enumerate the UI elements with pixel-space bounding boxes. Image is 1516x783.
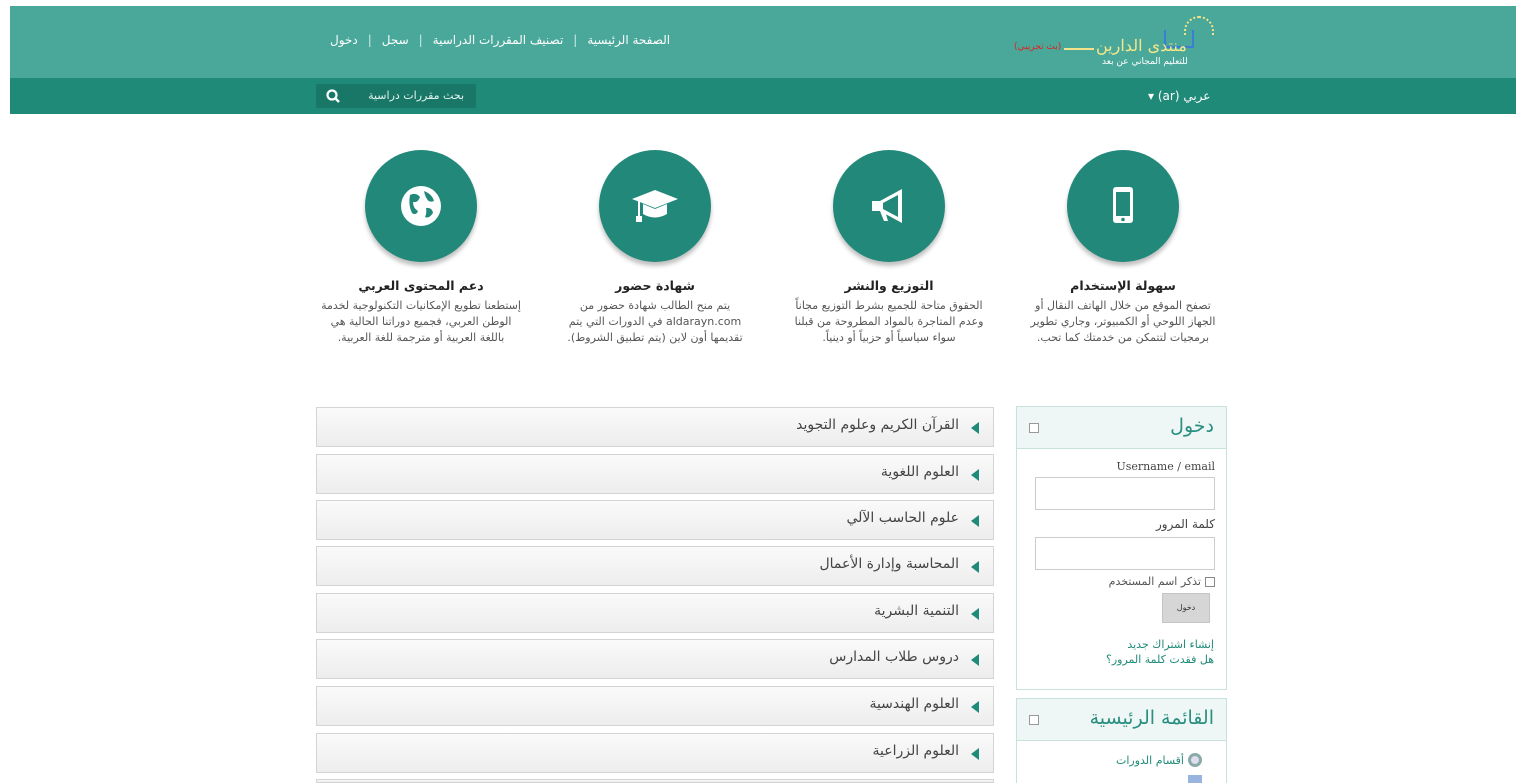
category-label: دروس طلاب المدارس bbox=[829, 649, 959, 665]
remember-username[interactable]: تذكر اسم المستخدم bbox=[1109, 575, 1215, 588]
feature-certificate: شهادة حضور يتم منح الطالب شهادة حضور من … bbox=[552, 150, 758, 346]
category-school-lessons[interactable]: دروس طلاب المدارس bbox=[316, 639, 994, 679]
feature-ease-of-use: سهولة الإستخدام تصفح الموقع من خلال الها… bbox=[1020, 150, 1226, 346]
feature-arabic-content: دعم المحتوى العربي إستطعنا تطويع الإمكان… bbox=[318, 150, 524, 346]
expand-arrow-icon bbox=[971, 422, 979, 434]
feature-circle bbox=[1067, 150, 1179, 262]
forgot-password-link[interactable]: هل فقدت كلمة المرور؟ bbox=[1106, 653, 1214, 666]
feature-text: الحقوق متاحة للجميع بشرط التوزيع مجاناً … bbox=[794, 299, 984, 344]
category-label: علوم الحاسب الآلي bbox=[846, 510, 959, 526]
remember-label: تذكر اسم المستخدم bbox=[1108, 575, 1201, 588]
category-human-development[interactable]: التنمية البشرية bbox=[316, 593, 994, 633]
language-selector[interactable]: عربي (ar) ▾ bbox=[1148, 89, 1210, 103]
main-menu-header: القائمة الرئيسية bbox=[1017, 699, 1226, 741]
category-label: العلوم اللغوية bbox=[880, 464, 959, 480]
login-title: دخول bbox=[1170, 415, 1214, 437]
username-label: Username / email bbox=[1116, 460, 1215, 473]
nav-register-link[interactable]: سجل bbox=[382, 33, 409, 47]
mobile-icon bbox=[1113, 187, 1133, 223]
category-label: التنمية البشرية bbox=[874, 603, 959, 619]
nav-login-link[interactable]: دخول bbox=[330, 33, 358, 47]
category-quran[interactable]: القرآن الكريم وعلوم التجويد bbox=[316, 407, 994, 447]
feature-text: يتم منح الطالب شهادة حضور من aldarayn.co… bbox=[567, 299, 743, 344]
login-form: Username / email كلمة المرور تذكر اسم ال… bbox=[1017, 449, 1226, 689]
feature-distribution: التوزيع والنشر الحقوق متاحة للجميع بشرط … bbox=[786, 150, 992, 346]
expand-arrow-icon bbox=[971, 608, 979, 620]
login-block: دخول Username / email كلمة المرور تذكر ا… bbox=[1016, 406, 1227, 690]
logo-tagline: للتعليم المجاني عن بعد bbox=[1102, 57, 1188, 67]
logo-trial-label: (بث تجريبي) bbox=[1014, 42, 1062, 52]
search-placeholder: بحث مقررات دراسية bbox=[368, 89, 464, 102]
login-button[interactable]: دخول bbox=[1162, 593, 1210, 623]
main-menu-list: أقسام الدورات bbox=[1017, 741, 1226, 783]
feature-title: شهادة حضور bbox=[615, 278, 695, 293]
menu-item-label: أقسام الدورات bbox=[1115, 753, 1184, 767]
gear-icon bbox=[1188, 753, 1202, 767]
expand-arrow-icon bbox=[971, 469, 979, 481]
expand-arrow-icon bbox=[971, 561, 979, 573]
folder-icon bbox=[1188, 775, 1202, 783]
category-accounting[interactable]: المحاسبة وإدارة الأعمال bbox=[316, 546, 994, 586]
collapse-toggle-icon[interactable] bbox=[1029, 423, 1039, 433]
top-navigation: الصفحة الرئيسية | تصنيف المقررات الدراسي… bbox=[330, 33, 670, 47]
nav-course-categories-link[interactable]: تصنيف المقررات الدراسية bbox=[433, 33, 564, 47]
globe-icon bbox=[401, 186, 441, 226]
nav-separator: | bbox=[367, 33, 372, 47]
main-menu-block: القائمة الرئيسية أقسام الدورات bbox=[1016, 698, 1227, 783]
category-engineering[interactable]: العلوم الهندسية bbox=[316, 686, 994, 726]
category-computer-science[interactable]: علوم الحاسب الآلي bbox=[316, 500, 994, 540]
category-next bbox=[316, 779, 994, 783]
expand-arrow-icon bbox=[971, 701, 979, 713]
expand-arrow-icon bbox=[971, 748, 979, 760]
category-agriculture[interactable]: العلوم الزراعية bbox=[316, 733, 994, 773]
main-menu-title: القائمة الرئيسية bbox=[1089, 707, 1214, 729]
nav-separator: | bbox=[573, 33, 578, 47]
megaphone-icon bbox=[872, 189, 902, 223]
password-field[interactable] bbox=[1035, 537, 1215, 570]
password-label: كلمة المرور bbox=[1155, 517, 1215, 531]
feature-circle bbox=[365, 150, 477, 262]
feature-text: تصفح الموقع من خلال الهاتف النقال أو الج… bbox=[1030, 299, 1216, 344]
course-search-input[interactable]: بحث مقررات دراسية bbox=[316, 84, 476, 108]
logo-line bbox=[1064, 48, 1094, 50]
category-linguistics[interactable]: العلوم اللغوية bbox=[316, 454, 994, 494]
header bbox=[10, 6, 1516, 78]
collapse-toggle-icon[interactable] bbox=[1029, 715, 1039, 725]
feature-circle bbox=[833, 150, 945, 262]
graduation-cap-icon bbox=[632, 190, 678, 222]
header-bar bbox=[10, 78, 1516, 114]
nav-separator: | bbox=[418, 33, 423, 47]
feature-title: دعم المحتوى العربي bbox=[358, 278, 484, 293]
feature-circle bbox=[599, 150, 711, 262]
signup-link[interactable]: إنشاء اشتراك جديد bbox=[1127, 638, 1214, 651]
feature-text: إستطعنا تطويع الإمكانيات التكنولوجية لخد… bbox=[321, 299, 521, 344]
nav-home-link[interactable]: الصفحة الرئيسية bbox=[587, 33, 670, 47]
logo-name: منتدى الدارين bbox=[1096, 36, 1187, 55]
search-icon[interactable] bbox=[325, 88, 341, 104]
site-logo[interactable]: (بث تجريبي) منتدى الدارين للتعليم المجان… bbox=[1012, 16, 1224, 72]
category-label: العلوم الهندسية bbox=[869, 696, 959, 712]
menu-item-course-sections[interactable]: أقسام الدورات bbox=[1116, 753, 1202, 767]
remember-checkbox[interactable] bbox=[1205, 576, 1215, 587]
login-block-header: دخول bbox=[1017, 407, 1226, 449]
feature-title: سهولة الإستخدام bbox=[1070, 278, 1176, 293]
feature-title: التوزيع والنشر bbox=[844, 278, 934, 293]
username-field[interactable] bbox=[1035, 477, 1215, 510]
category-label: المحاسبة وإدارة الأعمال bbox=[819, 556, 959, 572]
expand-arrow-icon bbox=[971, 654, 979, 666]
expand-arrow-icon bbox=[971, 515, 979, 527]
category-label: القرآن الكريم وعلوم التجويد bbox=[796, 417, 959, 433]
category-label: العلوم الزراعية bbox=[872, 743, 959, 759]
